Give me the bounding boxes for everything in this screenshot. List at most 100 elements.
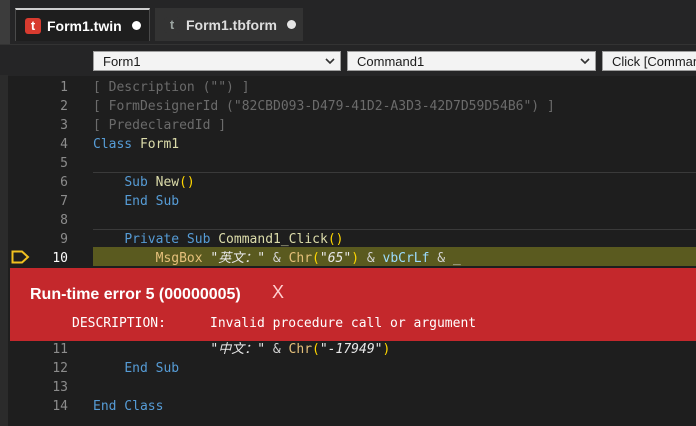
code-token: [ Description ("") ]: [93, 80, 250, 95]
code-line[interactable]: 2 [ FormDesignerId ("82CBD093-D479-41D2-A…: [0, 97, 696, 116]
code-token: Class: [93, 137, 140, 152]
code-text: [ Description ("") ]: [93, 78, 250, 97]
code-line[interactable]: 12 End Sub: [0, 359, 696, 378]
code-token: Chr: [288, 251, 313, 266]
code-line[interactable]: 8: [0, 211, 696, 230]
code-line[interactable]: 9 Private Sub Command1_Click(): [0, 230, 696, 249]
code-line[interactable]: 7 End Sub: [0, 192, 696, 211]
code-token: (: [312, 342, 320, 357]
event-dropdown[interactable]: Click [Command: [602, 51, 696, 71]
code-token: Command1_Click: [218, 232, 328, 247]
code-line[interactable]: 14 End Class: [0, 397, 696, 416]
code-text: [ FormDesignerId ("82CBD093-D479-41D2-A3…: [93, 97, 555, 116]
event-dropdown-value: Click [Command: [612, 53, 696, 69]
code-navigation-bar: Form1 Command1 Click [Command: [0, 44, 696, 76]
code-text: End Class: [93, 397, 163, 416]
tab-form1-tbform[interactable]: t Form1.tbform: [155, 8, 303, 41]
code-editor[interactable]: 1 [ Description ("") ] 2 [ FormDesignerId (…: [0, 78, 696, 426]
code-text: Private Sub Command1_Click(): [93, 230, 343, 249]
code-text: End Sub: [93, 192, 179, 211]
code-token: Private Sub: [124, 232, 219, 247]
object-dropdown[interactable]: Form1: [93, 51, 341, 71]
line-number: 10: [52, 251, 68, 266]
code-token: [ FormDesignerId ("82CBD093-D479-41D2-A3…: [93, 99, 555, 114]
code-text: End Sub: [93, 359, 179, 378]
code-line[interactable]: 3 [ PredeclaredId ]: [0, 116, 696, 135]
tab-label: Form1.tbform: [186, 16, 277, 33]
code-line[interactable]: 13: [0, 378, 696, 397]
member-dropdown[interactable]: Command1: [347, 51, 596, 71]
code-token: vbCrLf: [382, 251, 430, 266]
line-number: 5: [60, 156, 68, 171]
code-token: (): [179, 175, 195, 190]
close-icon[interactable]: X: [272, 282, 284, 303]
line-number: 11: [52, 342, 68, 357]
code-text: Class Form1: [93, 135, 179, 154]
code-token: &: [265, 251, 289, 266]
object-dropdown-value: Form1: [103, 53, 141, 69]
code-token: &: [265, 342, 289, 357]
code-token: (: [312, 251, 320, 266]
code-text: MsgBox "英文：" & Chr("65") & vbCrLf & _: [93, 249, 461, 268]
chevron-down-icon: [325, 58, 335, 65]
line-number: 8: [60, 213, 68, 228]
chevron-down-icon: [580, 58, 590, 65]
line-number: 6: [60, 175, 68, 190]
code-token: End Sub: [124, 361, 180, 376]
code-token: ): [351, 251, 360, 266]
line-number: 2: [60, 99, 68, 114]
line-number: 4: [60, 137, 68, 152]
code-token: "65": [319, 251, 352, 266]
line-number: 1: [60, 80, 68, 95]
line-number: 12: [52, 361, 68, 376]
code-token: MsgBox: [155, 251, 211, 266]
code-token: "中文：": [210, 342, 266, 357]
line-number: 9: [60, 232, 68, 247]
unsaved-dot-icon[interactable]: [287, 20, 296, 29]
code-text: "中文：" & Chr("-17949"): [93, 340, 390, 359]
code-line[interactable]: 1 [ Description ("") ]: [0, 78, 696, 97]
code-token: [ PredeclaredId ]: [93, 118, 227, 133]
code-line[interactable]: 4 Class Form1: [0, 135, 696, 154]
twinbasic-form-icon: t: [164, 16, 180, 33]
code-token: "英文：": [210, 251, 266, 266]
tab-bar: t Form1.twin t Form1.tbform: [0, 0, 696, 44]
code-token: "-17949": [319, 342, 383, 357]
code-token: Sub: [124, 175, 156, 190]
code-token: & _: [429, 251, 461, 266]
error-description-label: DESCRIPTION:: [72, 316, 166, 331]
code-token: End Sub: [124, 194, 180, 209]
code-line[interactable]: 5: [0, 154, 696, 173]
code-token: Chr: [288, 342, 313, 357]
line-number: 13: [52, 380, 68, 395]
code-token: (): [327, 232, 344, 247]
code-token: End Class: [93, 399, 164, 414]
code-token: New: [155, 175, 180, 190]
unsaved-dot-icon[interactable]: [131, 21, 141, 30]
error-title: Run-time error 5 (00000005): [30, 286, 241, 303]
runtime-error-panel: Run-time error 5 (00000005) X DESCRIPTIO…: [10, 268, 696, 341]
code-line[interactable]: 10 MsgBox "英文：" & Chr("65") & vbCrLf & _: [0, 249, 696, 268]
tab-label: Form1.twin: [47, 17, 122, 34]
code-token: Form1: [139, 137, 180, 152]
code-text: [ PredeclaredId ]: [93, 116, 226, 135]
line-number: 3: [60, 118, 68, 133]
error-description-text: Invalid procedure call or argument: [210, 316, 477, 331]
line-number: 14: [52, 399, 68, 414]
tab-bar-edge: [0, 0, 10, 44]
tab-form1-twin[interactable]: t Form1.twin: [15, 8, 150, 41]
line-number: 7: [60, 194, 68, 209]
code-text: Sub New(): [93, 173, 195, 192]
member-dropdown-value: Command1: [357, 53, 425, 69]
code-token: ): [382, 342, 391, 357]
code-token: &: [359, 251, 383, 266]
twinbasic-file-icon: t: [25, 17, 41, 34]
code-line[interactable]: 6 Sub New(): [0, 173, 696, 192]
code-line[interactable]: 11 "中文：" & Chr("-17949"): [0, 340, 696, 359]
